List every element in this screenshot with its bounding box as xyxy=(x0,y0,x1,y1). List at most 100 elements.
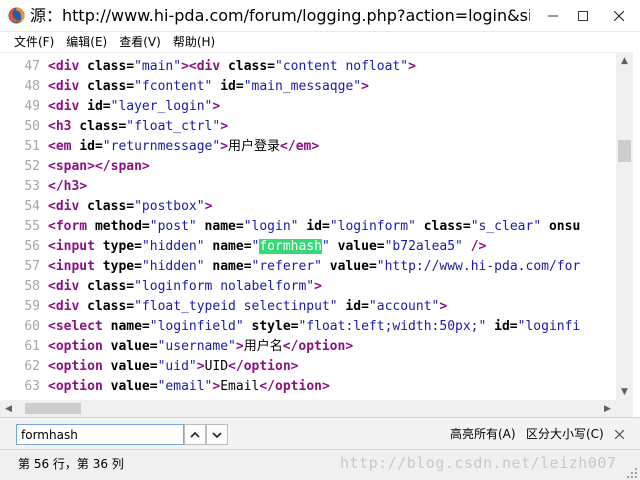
code-token: "postbox" xyxy=(134,199,205,214)
code-token: "login" xyxy=(243,219,299,234)
line-number: 57 xyxy=(24,259,40,274)
source-line: 53 </h3> xyxy=(0,177,616,197)
code-token: name= xyxy=(204,259,252,274)
line-code: <div class="postbox"> xyxy=(48,197,212,217)
title-bar[interactable]: 源：http://www.hi-pda.com/forum/logging.ph… xyxy=(0,0,640,32)
code-token: </option> xyxy=(282,339,354,354)
code-token: <span> xyxy=(48,159,95,174)
code-token: "loginfi xyxy=(517,319,581,334)
scroll-down-icon[interactable]: ▼ xyxy=(616,383,633,400)
line-code: <input type="hidden" name="referer" valu… xyxy=(48,257,580,277)
line-number: 49 xyxy=(24,99,40,114)
scroll-up-icon[interactable]: ▲ xyxy=(616,52,633,69)
code-token: /> xyxy=(462,239,487,254)
menu-bar: 文件(F) 编辑(E) 查看(V) 帮助(H) xyxy=(0,32,640,52)
highlight-all-option[interactable]: 高亮所有(A) xyxy=(450,426,516,442)
line-number: 58 xyxy=(24,279,40,294)
code-token: <select xyxy=(48,319,111,334)
code-token: class= xyxy=(228,59,276,74)
maximize-button[interactable] xyxy=(568,0,598,32)
code-token: </h3> xyxy=(48,179,88,194)
code-token: </span> xyxy=(94,159,150,174)
code-token: id= xyxy=(337,299,369,314)
code-token: "main_messaqge" xyxy=(243,79,362,94)
menu-view[interactable]: 查看(V) xyxy=(113,33,167,51)
find-next-button[interactable] xyxy=(206,424,228,445)
resize-grip-icon[interactable] xyxy=(626,467,638,479)
code-token: "post" xyxy=(149,219,197,234)
scroll-right-icon[interactable]: ▶ xyxy=(599,400,616,417)
code-token: "float_typeid selectinput" xyxy=(134,299,338,314)
code-token: name= xyxy=(196,219,244,234)
code-token: <div xyxy=(48,279,88,294)
vertical-scroll-thumb[interactable] xyxy=(618,140,631,162)
maximize-icon xyxy=(578,11,588,21)
find-close-button[interactable] xyxy=(612,427,626,441)
code-token: class= xyxy=(87,79,135,94)
line-code: <div id="layer_login"> xyxy=(48,97,220,117)
line-code: <form method="post" name="login" id="log… xyxy=(48,217,580,237)
line-number: 47 xyxy=(24,59,40,74)
vertical-scrollbar[interactable]: ▲ ▼ xyxy=(616,52,633,400)
horizontal-scrollbar[interactable]: ◀ ▶ xyxy=(0,400,616,417)
line-number: 48 xyxy=(24,79,40,94)
code-token: "account" xyxy=(368,299,440,314)
line-number: 50 xyxy=(24,119,40,134)
status-bar: 第 56 行，第 36 列 http://blog.csdn.net/leizh… xyxy=(0,449,640,480)
source-code-view[interactable]: 47 <div class="main"><div class="content … xyxy=(0,52,616,400)
code-token: "float_ctrl" xyxy=(126,119,221,134)
code-token: 用户登录 xyxy=(228,139,281,154)
firefox-icon xyxy=(8,7,25,24)
code-token: > xyxy=(196,359,205,374)
code-token: id= xyxy=(298,219,330,234)
watermark-text: http://blog.csdn.net/leizh007 xyxy=(340,454,617,472)
horizontal-scroll-thumb[interactable] xyxy=(25,403,81,414)
code-token: type= xyxy=(102,259,142,274)
menu-help[interactable]: 帮助(H) xyxy=(167,33,221,51)
code-token: "loginfield" xyxy=(149,319,244,334)
close-icon xyxy=(614,11,624,21)
code-token: onsu xyxy=(541,219,581,234)
code-token: <input xyxy=(48,239,103,254)
code-token: <div xyxy=(48,299,88,314)
close-button[interactable] xyxy=(598,0,640,32)
line-code: <em id="returnmessage">用户登录</em> xyxy=(48,137,319,157)
line-code: <option value="email">Email</option> xyxy=(48,377,330,397)
find-previous-button[interactable] xyxy=(184,424,206,445)
code-token: <h3 xyxy=(48,119,80,134)
source-line: 52 <span></span> xyxy=(0,157,616,177)
code-token: 用户名 xyxy=(243,339,283,354)
code-token: <em xyxy=(48,139,80,154)
scroll-left-icon[interactable]: ◀ xyxy=(0,400,17,417)
minimize-icon xyxy=(548,15,558,17)
source-line: 50 <h3 class="float_ctrl"> xyxy=(0,117,616,137)
code-token: "hidden" xyxy=(141,259,205,274)
code-token: value= xyxy=(321,259,377,274)
find-input[interactable] xyxy=(16,424,184,445)
code-token: </em> xyxy=(280,139,320,154)
code-token: "s_clear" xyxy=(470,219,542,234)
code-token: value= xyxy=(110,339,158,354)
minimize-button[interactable] xyxy=(538,0,568,32)
code-token: <div xyxy=(48,59,88,74)
menu-edit[interactable]: 编辑(E) xyxy=(60,33,113,51)
code-token: > xyxy=(220,139,229,154)
code-token: > xyxy=(181,59,189,74)
line-code: <div class="fcontent" id="main_messaqge"… xyxy=(48,77,369,97)
chevron-down-icon xyxy=(212,431,222,438)
line-number: 60 xyxy=(24,319,40,334)
code-token: > xyxy=(408,59,416,74)
code-token: "content nofloat" xyxy=(275,59,409,74)
source-line: 47 <div class="main"><div class="content … xyxy=(0,57,616,77)
code-token: UID xyxy=(204,359,229,374)
match-case-option[interactable]: 区分大小写(C) xyxy=(526,426,604,442)
code-token: <option xyxy=(48,359,111,374)
source-line: 59 <div class="float_typeid selectinput" … xyxy=(0,297,616,317)
line-number: 61 xyxy=(24,339,40,354)
cursor-position: 第 56 行，第 36 列 xyxy=(18,457,124,471)
menu-file[interactable]: 文件(F) xyxy=(8,33,60,51)
close-icon xyxy=(614,429,624,439)
source-line: 48 <div class="fcontent" id="main_messaqg… xyxy=(0,77,616,97)
code-token: name= xyxy=(110,319,150,334)
code-token: "loginform nolabelform" xyxy=(134,279,315,294)
